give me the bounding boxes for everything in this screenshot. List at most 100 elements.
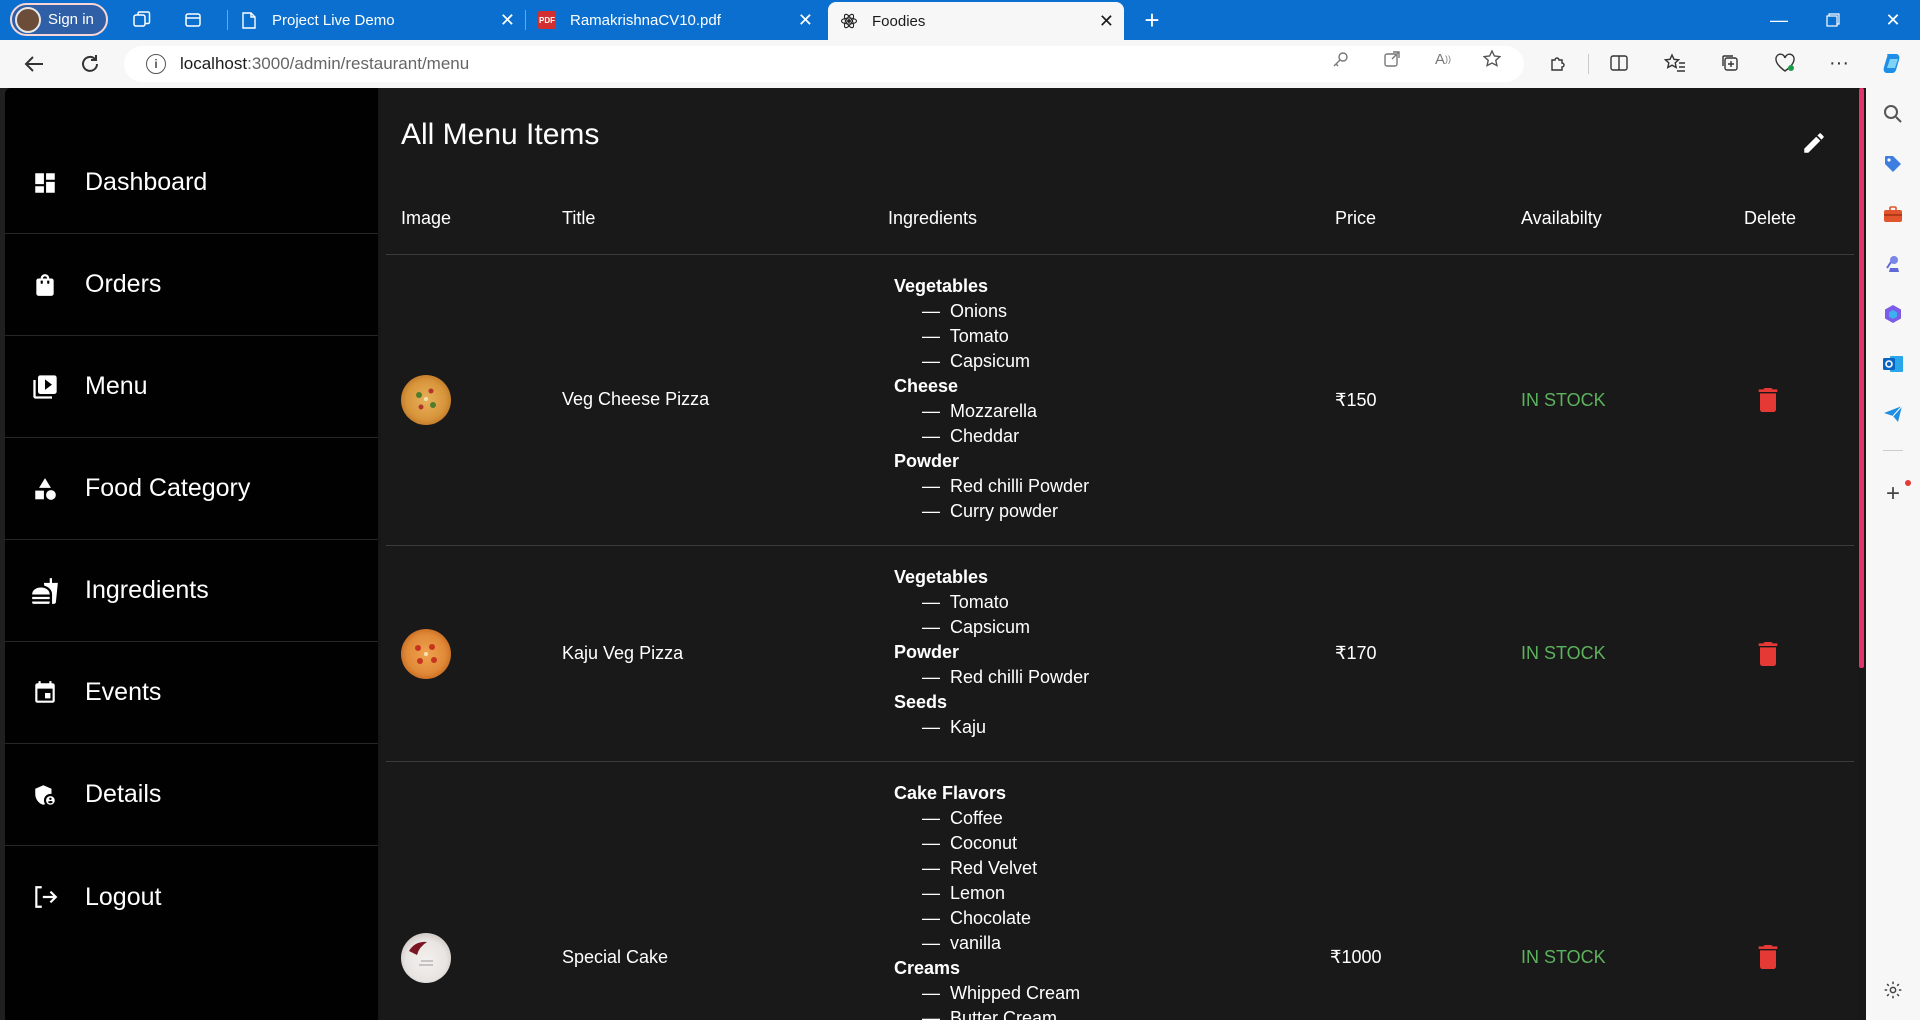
item-price: ₹170 bbox=[1335, 643, 1377, 663]
address-toolbar: i localhost:3000/admin/restaurant/menu A… bbox=[0, 40, 1920, 88]
tab-pdf[interactable]: PDF RamakrishnaCV10.pdf ✕ bbox=[538, 0, 823, 40]
availability-status: IN STOCK bbox=[1521, 947, 1606, 967]
workspaces-icon[interactable] bbox=[130, 8, 154, 32]
search-icon[interactable] bbox=[1881, 102, 1905, 126]
sidebar-item-label: Menu bbox=[85, 372, 148, 400]
pdf-icon: PDF bbox=[538, 11, 556, 29]
browser-window: Sign in Project Live Demo ✕ PDF Ramakris… bbox=[0, 0, 1920, 1020]
collections-icon[interactable] bbox=[1717, 50, 1743, 76]
close-icon[interactable]: ✕ bbox=[500, 10, 515, 31]
ingredient-item: — Coconut bbox=[922, 833, 1018, 853]
ingredient-group: Cake Flavors bbox=[894, 783, 1007, 803]
availability-status: IN STOCK bbox=[1521, 643, 1606, 663]
sidebar-item-label: Orders bbox=[85, 270, 162, 298]
tab-project-live-demo[interactable]: Project Live Demo ✕ bbox=[240, 0, 525, 40]
ingredient-group: Vegetables bbox=[894, 276, 989, 296]
admin-sidebar: Dashboard Orders Menu Food Category Ingr… bbox=[5, 88, 378, 1020]
dashboard-icon bbox=[30, 168, 60, 198]
page-scrollbar[interactable] bbox=[1859, 88, 1864, 668]
settings-gear-icon[interactable] bbox=[1881, 978, 1905, 1002]
ingredient-group: Powder bbox=[894, 451, 960, 471]
favorite-star-icon[interactable] bbox=[1481, 48, 1503, 70]
ingredients-list: Cake Flavors — Coffee — Coconut — Red Ve… bbox=[894, 781, 1080, 1020]
item-title: Kaju Veg Pizza bbox=[562, 643, 684, 663]
sign-in-label: Sign in bbox=[48, 11, 94, 28]
address-bar[interactable]: i localhost:3000/admin/restaurant/menu bbox=[124, 46, 1524, 82]
item-price: ₹1000 bbox=[1330, 947, 1382, 967]
column-header-price: Price bbox=[1335, 208, 1377, 228]
key-icon[interactable] bbox=[1330, 48, 1352, 70]
tab-title: Foodies bbox=[872, 12, 926, 30]
extensions-icon[interactable] bbox=[1546, 50, 1572, 76]
item-title: Veg Cheese Pizza bbox=[562, 389, 710, 409]
sidebar-item-menu[interactable]: Menu bbox=[5, 336, 378, 438]
ingredients-list: Vegetables — Onions — Tomato — Capsicum … bbox=[894, 274, 1089, 524]
ingredient-item: — Tomato bbox=[922, 326, 1009, 346]
delete-icon[interactable] bbox=[1756, 640, 1780, 668]
ingredient-item: — vanilla bbox=[922, 933, 1002, 953]
back-icon[interactable] bbox=[20, 50, 48, 78]
close-icon[interactable]: ✕ bbox=[1099, 11, 1114, 32]
tools-icon[interactable] bbox=[1881, 202, 1905, 226]
page-title: All Menu Items bbox=[401, 118, 600, 151]
ingredient-item: — Lemon bbox=[922, 883, 1006, 903]
add-icon[interactable]: + bbox=[1881, 480, 1905, 507]
new-tab-icon[interactable]: + bbox=[1140, 5, 1164, 35]
column-header-image: Image bbox=[401, 208, 452, 228]
minimize-icon[interactable]: — bbox=[1752, 0, 1806, 40]
browser-essentials-icon[interactable] bbox=[1772, 50, 1798, 76]
tab-title: RamakrishnaCV10.pdf bbox=[570, 11, 721, 29]
sidebar-item-label: Food Category bbox=[85, 474, 251, 502]
site-info-icon[interactable]: i bbox=[146, 54, 166, 74]
react-icon bbox=[840, 12, 858, 30]
delete-icon[interactable] bbox=[1756, 943, 1780, 971]
column-header-ingredients: Ingredients bbox=[888, 208, 978, 228]
ingredient-item: — Red chilli Powder bbox=[922, 476, 1090, 496]
sidebar-item-label: Dashboard bbox=[85, 168, 208, 196]
shopping-bag-icon bbox=[30, 270, 60, 300]
ingredient-item: — Tomato bbox=[922, 592, 1009, 612]
sidebar-item-dashboard[interactable]: Dashboard bbox=[5, 132, 378, 234]
availability-status: IN STOCK bbox=[1521, 390, 1606, 410]
outlook-icon[interactable] bbox=[1881, 352, 1905, 376]
item-title: Special Cake bbox=[562, 947, 669, 967]
sign-in-button[interactable]: Sign in bbox=[10, 3, 108, 36]
restore-icon[interactable] bbox=[1806, 0, 1860, 40]
close-icon[interactable]: ✕ bbox=[798, 10, 813, 31]
close-window-icon[interactable]: ✕ bbox=[1866, 0, 1920, 40]
ingredient-item: — Curry powder bbox=[922, 501, 1059, 521]
tab-foodies[interactable]: Foodies ✕ bbox=[828, 2, 1124, 40]
ingredient-group: Seeds bbox=[894, 692, 948, 712]
sidebar-item-orders[interactable]: Orders bbox=[5, 234, 378, 336]
url-text[interactable]: localhost:3000/admin/restaurant/menu bbox=[180, 54, 469, 74]
menu-book-icon bbox=[30, 372, 60, 402]
sidebar-item-ingredients[interactable]: Ingredients bbox=[5, 540, 378, 642]
shopping-tag-icon[interactable] bbox=[1881, 152, 1905, 176]
sidebar-item-events[interactable]: Events bbox=[5, 642, 378, 744]
read-aloud-icon[interactable]: A)) bbox=[1432, 48, 1454, 70]
avatar bbox=[15, 6, 41, 33]
send-icon[interactable] bbox=[1881, 402, 1905, 426]
tab-actions-icon[interactable] bbox=[181, 8, 205, 32]
item-price: ₹150 bbox=[1335, 390, 1377, 410]
ingredient-item: — Chocolate bbox=[922, 908, 1032, 928]
favorites-icon[interactable] bbox=[1662, 50, 1688, 76]
category-icon bbox=[30, 474, 60, 504]
open-app-icon[interactable] bbox=[1381, 48, 1403, 70]
sidebar-item-details[interactable]: Details bbox=[5, 744, 378, 846]
split-screen-icon[interactable] bbox=[1606, 50, 1632, 76]
refresh-icon[interactable] bbox=[76, 50, 104, 78]
ingredient-item: — Red chilli Powder bbox=[922, 667, 1090, 687]
microsoft-365-icon[interactable] bbox=[1881, 302, 1905, 326]
column-header-delete: Delete bbox=[1744, 208, 1797, 228]
more-options-icon[interactable]: ··· bbox=[1826, 50, 1852, 76]
games-icon[interactable] bbox=[1881, 252, 1905, 276]
pizza-thumbnail bbox=[401, 629, 451, 679]
ingredient-group: Cheese bbox=[894, 376, 959, 396]
edit-icon[interactable] bbox=[1799, 128, 1829, 158]
sidebar-item-logout[interactable]: Logout bbox=[5, 846, 378, 948]
copilot-icon[interactable] bbox=[1880, 50, 1906, 76]
app-container: Dashboard Orders Menu Food Category Ingr… bbox=[5, 88, 1866, 1020]
sidebar-item-food-category[interactable]: Food Category bbox=[5, 438, 378, 540]
delete-icon[interactable] bbox=[1756, 386, 1780, 414]
